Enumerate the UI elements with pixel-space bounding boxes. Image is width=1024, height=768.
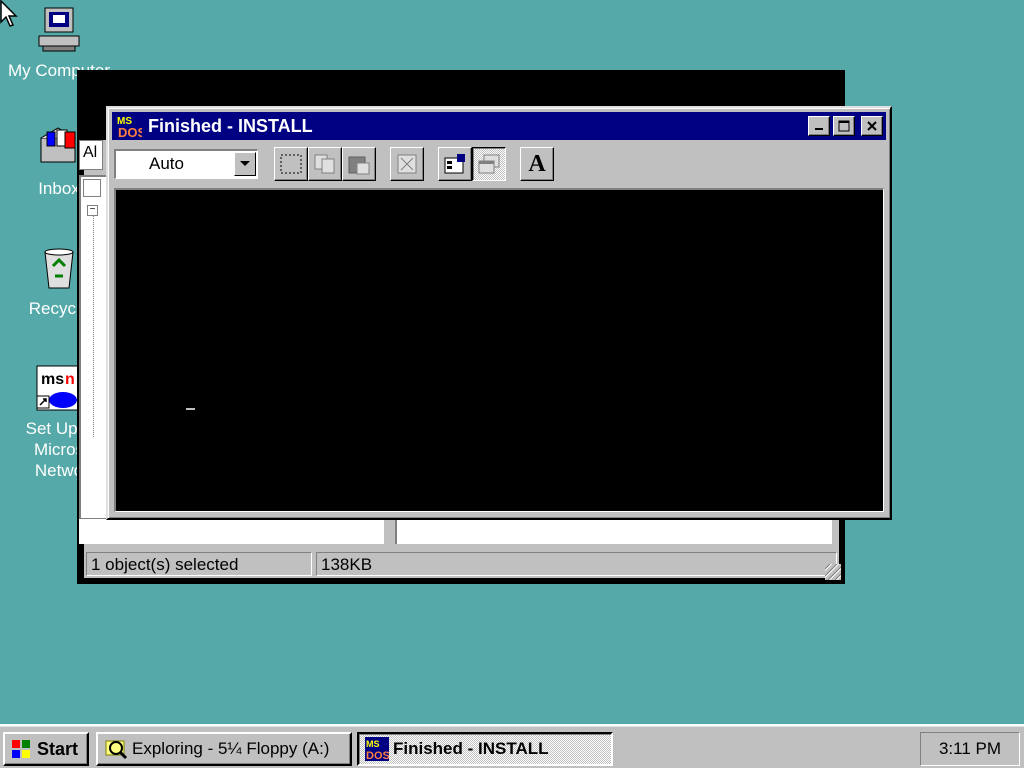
- explorer-tree-bottom: [79, 518, 384, 544]
- taskbar-item-label: Finished - INSTALL: [393, 739, 549, 758]
- fullscreen-button[interactable]: [390, 147, 424, 181]
- recycle-bin-icon: [35, 244, 83, 292]
- taskbar-item-install[interactable]: MS DOS Finished - INSTALL: [357, 732, 613, 766]
- copy-button[interactable]: [308, 147, 342, 181]
- start-button[interactable]: Start: [3, 732, 89, 766]
- minimize-button[interactable]: [808, 116, 830, 136]
- clock[interactable]: 3:11 PM: [939, 739, 1001, 759]
- font-size-select[interactable]: Auto: [114, 149, 258, 179]
- close-button[interactable]: [861, 116, 883, 136]
- paste-button[interactable]: [342, 147, 376, 181]
- status-selection: 1 object(s) selected: [86, 552, 312, 576]
- explorer-address-field[interactable]: Al: [79, 140, 103, 170]
- msdos-window[interactable]: MS DOS Finished - INSTALL Auto A: [106, 106, 892, 520]
- svg-text:ms: ms: [41, 371, 64, 388]
- msdos-title-bar[interactable]: MS DOS Finished - INSTALL: [112, 112, 886, 140]
- status-size: 138KB: [316, 552, 837, 576]
- maximize-icon: [838, 120, 850, 132]
- dropdown-button[interactable]: [234, 152, 256, 176]
- start-label: Start: [37, 738, 79, 759]
- mark-button[interactable]: [274, 147, 308, 181]
- properties-button[interactable]: [438, 147, 472, 181]
- background-button[interactable]: [472, 147, 506, 181]
- msn-icon: ms n: [35, 364, 83, 412]
- close-icon: [867, 121, 877, 131]
- collapse-icon[interactable]: −: [87, 205, 98, 216]
- chevron-down-icon: [240, 161, 250, 166]
- explorer-contents-bottom: [395, 518, 832, 544]
- msdos-window-title: Finished - INSTALL: [148, 115, 313, 136]
- msdos-toolbar: Auto A: [112, 144, 886, 184]
- svg-text:DOS: DOS: [118, 125, 142, 139]
- inbox-icon: [35, 124, 83, 172]
- minimize-icon: [815, 128, 823, 130]
- taskbar: Start Exploring - 5¼ Floppy (A:) MS DOS …: [0, 724, 1024, 768]
- computer-icon: [35, 6, 83, 54]
- background-icon: [478, 154, 500, 174]
- maximize-button[interactable]: [833, 116, 855, 136]
- fullscreen-icon: [397, 154, 417, 174]
- svg-text:n: n: [65, 371, 75, 388]
- mark-icon: [280, 154, 302, 174]
- system-tray: 3:11 PM: [920, 732, 1020, 766]
- taskbar-item-exploring[interactable]: Exploring - 5¼ Floppy (A:): [96, 732, 352, 766]
- folder-icon: [83, 179, 101, 197]
- svg-text:DOS: DOS: [366, 750, 389, 761]
- resize-grip-icon[interactable]: [825, 564, 841, 580]
- tree-connector: [93, 207, 94, 437]
- font-icon: A: [528, 150, 546, 177]
- explorer-status-bar: 1 object(s) selected 138KB: [84, 550, 839, 578]
- svg-text:MS: MS: [366, 739, 380, 749]
- paste-icon: [348, 156, 370, 175]
- windows-logo-icon: [12, 740, 30, 758]
- taskbar-item-label: Exploring - 5¼ Floppy (A:): [132, 739, 330, 758]
- msdos-icon: MS DOS: [116, 113, 142, 139]
- copy-icon: [314, 154, 335, 174]
- properties-icon: [444, 154, 465, 174]
- font-button[interactable]: A: [520, 147, 554, 181]
- msdos-icon: MS DOS: [365, 737, 389, 761]
- text-cursor: [186, 408, 195, 410]
- console-screen[interactable]: [114, 188, 884, 512]
- explorer-icon: [105, 740, 128, 760]
- font-size-value: Auto: [149, 154, 184, 173]
